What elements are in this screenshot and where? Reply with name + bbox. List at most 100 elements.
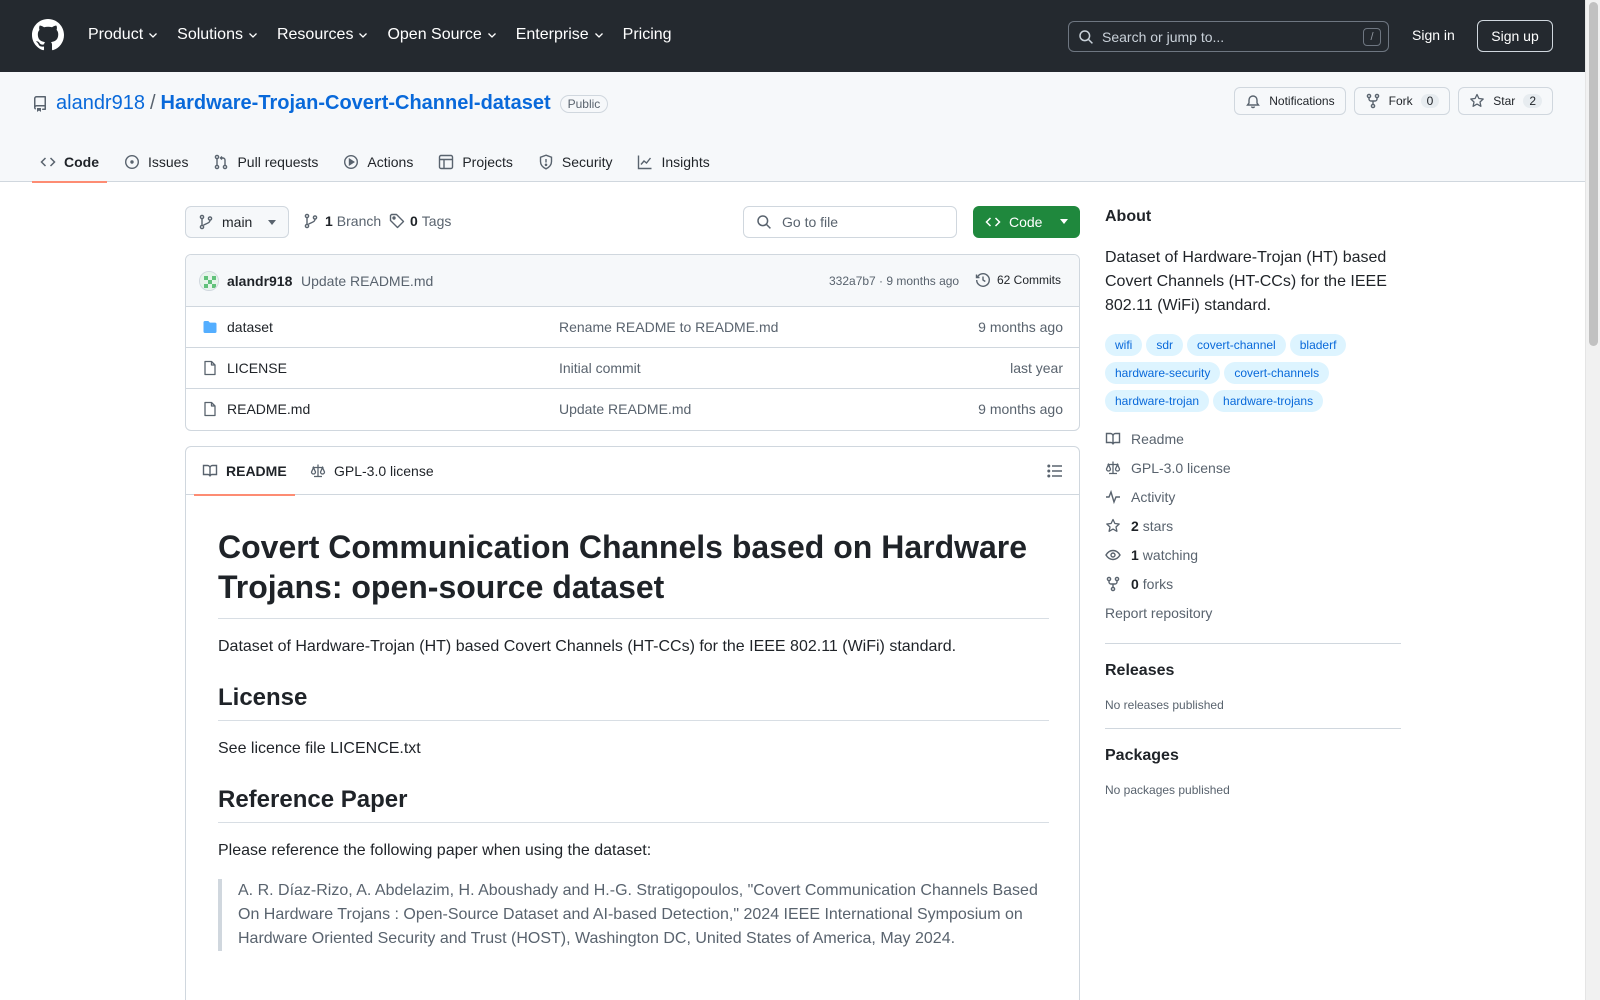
readme-link-label: Readme	[1131, 430, 1184, 447]
topic-tag-wifi[interactable]: wifi	[1105, 334, 1143, 356]
about-description: Dataset of Hardware-Trojan (HT) based Co…	[1105, 249, 1387, 314]
commit-hash-time[interactable]: 332a7b7 · 9 months ago	[829, 274, 959, 288]
pulse-icon	[1105, 489, 1131, 505]
repo-sidebar: About Dataset of Hardware-Trojan (HT) ba…	[1105, 208, 1401, 797]
citation-quote: A. R. Díaz-Rizo, A. Abdelazim, H. Aboush…	[218, 879, 1049, 951]
commits-count: 62 Commits	[997, 273, 1062, 287]
repo-title: alandr918 / Hardware-Trojan-Covert-Chann…	[32, 92, 609, 115]
file-commit-message-link[interactable]: Update README.md	[559, 401, 691, 417]
page-scrollbar[interactable]	[1585, 0, 1600, 1000]
topic-tag-covert-channels[interactable]: covert-channels	[1224, 362, 1330, 384]
watching-label: watching	[1142, 546, 1199, 563]
topic-tag-covert-channel[interactable]: covert-channel	[1187, 334, 1286, 356]
report-repository-link[interactable]: Report repository	[1105, 598, 1401, 627]
code-dropdown-button[interactable]: Code	[973, 206, 1080, 238]
star-count: 2	[1523, 94, 1542, 108]
chevron-down-icon	[357, 29, 369, 41]
tab-security[interactable]: Security	[530, 142, 621, 182]
about-heading: About	[1105, 208, 1152, 225]
packages-section: Packages No packages published	[1105, 728, 1401, 797]
packages-heading[interactable]: Packages	[1105, 747, 1401, 765]
file-name-link[interactable]: dataset	[227, 319, 273, 335]
tag-icon	[389, 213, 405, 229]
topic-tag-hardware-trojans[interactable]: hardware-trojans	[1213, 390, 1324, 412]
file-name-link[interactable]: LICENSE	[227, 360, 287, 376]
book-icon	[1105, 431, 1131, 447]
eye-icon	[1105, 547, 1131, 563]
releases-empty-text: No releases published	[1105, 698, 1224, 712]
file-row[interactable]: dataset Rename README to README.md 9 month…	[186, 307, 1079, 348]
search-shortcut-key: /	[1363, 28, 1381, 46]
activity-link[interactable]: Activity	[1105, 482, 1401, 511]
global-nav-label: Solutions	[177, 26, 243, 43]
readme-link[interactable]: Readme	[1105, 424, 1401, 453]
topic-tag-hardware-security[interactable]: hardware-security	[1105, 362, 1221, 384]
file-commit-time: 9 months ago	[978, 319, 1063, 335]
fork-count: 0	[1420, 94, 1440, 108]
license-link[interactable]: GPL-3.0 license	[1105, 453, 1401, 482]
watching-link[interactable]: 1 watching	[1105, 540, 1401, 569]
tags-link[interactable]: 0 Tags	[389, 213, 451, 229]
file-commit-message-link[interactable]: Rename README to README.md	[559, 319, 778, 335]
latest-commit-row: alandr918 Update README.md 332a7b7 · 9 m…	[186, 255, 1079, 307]
star-button[interactable]: Star 2	[1458, 87, 1553, 115]
forks-link[interactable]: 0 forks	[1105, 569, 1401, 598]
global-nav-item-enterprise[interactable]: Enterprise	[516, 24, 605, 46]
repo-icon	[32, 95, 48, 112]
code-button-label: Code	[1009, 214, 1043, 230]
code-icon	[40, 154, 64, 170]
global-nav-item-solutions[interactable]: Solutions	[177, 24, 259, 46]
stars-link[interactable]: 2 stars	[1105, 511, 1401, 540]
commit-author-link[interactable]: alandr918	[227, 273, 292, 289]
file-row[interactable]: README.md Update README.md 9 months ago	[186, 389, 1079, 430]
notifications-button[interactable]: Notifications	[1234, 87, 1346, 115]
readme-intro: Dataset of Hardware-Trojan (HT) based Co…	[218, 638, 957, 655]
topics-list: wifi sdr covert-channel bladerf hardware-sec…	[1105, 334, 1401, 412]
releases-heading[interactable]: Releases	[1105, 662, 1401, 680]
tab-pull-requests[interactable]: Pull requests	[205, 142, 326, 182]
tag-label: Tags	[421, 213, 452, 229]
file-row[interactable]: LICENSE Initial commit last year	[186, 348, 1079, 389]
shield-icon	[538, 154, 562, 170]
file-commit-message-link[interactable]: Initial commit	[559, 360, 641, 376]
search-input[interactable]: Search or jump to... /	[1068, 21, 1389, 52]
scrollbar-thumb[interactable]	[1589, 2, 1598, 346]
tab-issues-label: Issues	[148, 154, 189, 170]
repo-owner-link[interactable]: alandr918	[56, 92, 145, 115]
packages-empty-text: No packages published	[1105, 783, 1230, 797]
reference-paper-heading: Reference Paper	[218, 785, 1049, 823]
tab-pull-requests-label: Pull requests	[237, 154, 319, 170]
commits-history-link[interactable]: 62 Commits	[975, 272, 1061, 288]
branch-selector-button[interactable]: main	[185, 206, 289, 238]
file-name-link[interactable]: README.md	[227, 401, 310, 417]
tab-code[interactable]: Code	[32, 142, 107, 183]
avatar[interactable]	[199, 271, 219, 291]
go-to-file-input[interactable]: Go to file	[743, 206, 957, 238]
table-of-contents-icon[interactable]	[1047, 463, 1063, 479]
topic-tag-sdr[interactable]: sdr	[1146, 334, 1184, 356]
tab-actions[interactable]: Actions	[335, 142, 421, 182]
global-nav-item-pricing[interactable]: Pricing	[623, 24, 672, 46]
tab-projects[interactable]: Projects	[430, 142, 521, 182]
chevron-down-icon	[593, 29, 605, 41]
global-nav-item-product[interactable]: Product	[88, 24, 159, 46]
global-nav-item-open-source[interactable]: Open Source	[387, 24, 497, 46]
repo-tabs: Code Issues Pull requests Actions Projec…	[32, 142, 727, 183]
license-link-label: GPL-3.0 license	[1131, 459, 1231, 476]
repo-name-link[interactable]: Hardware-Trojan-Covert-Channel-dataset	[161, 92, 551, 115]
fork-button[interactable]: Fork 0	[1353, 87, 1451, 115]
tab-insights[interactable]: Insights	[629, 142, 717, 182]
tab-readme[interactable]: README	[194, 447, 295, 496]
current-branch: main	[222, 214, 253, 230]
topic-tag-bladerf[interactable]: bladerf	[1289, 334, 1347, 356]
commit-message-link[interactable]: Update README.md	[301, 273, 433, 289]
sign-in-link[interactable]: Sign in	[1412, 27, 1455, 43]
global-nav-item-resources[interactable]: Resources	[277, 24, 369, 46]
sign-up-button[interactable]: Sign up	[1477, 20, 1553, 52]
tab-issues[interactable]: Issues	[116, 142, 196, 182]
visibility-badge: Public	[559, 94, 609, 113]
tab-license[interactable]: GPL-3.0 license	[310, 447, 434, 495]
github-logo-icon[interactable]	[32, 19, 64, 51]
branches-link[interactable]: 1 Branch	[303, 213, 381, 229]
topic-tag-hardware-trojan[interactable]: hardware-trojan	[1105, 390, 1210, 412]
